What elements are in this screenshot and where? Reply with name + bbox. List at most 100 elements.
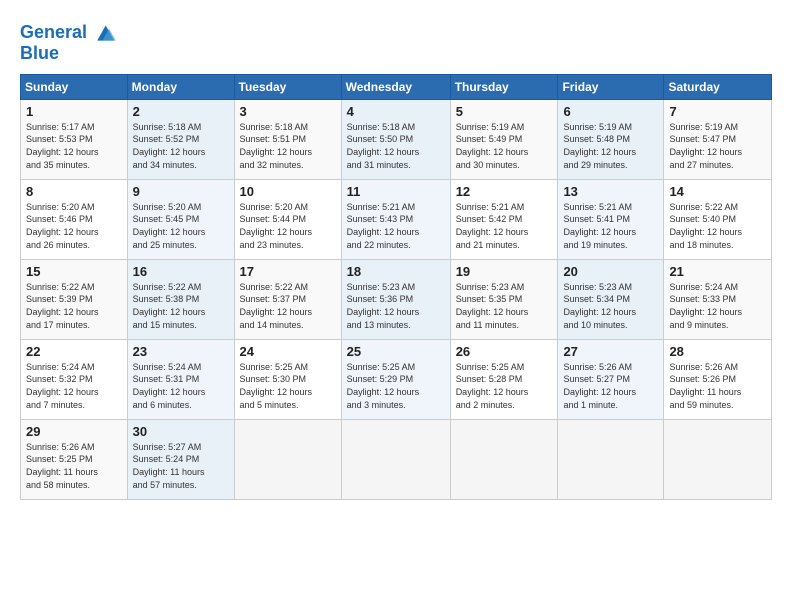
day-info: Sunrise: 5:20 AM Sunset: 5:46 PM Dayligh… <box>26 201 122 251</box>
weekday-header: Tuesday <box>234 74 341 99</box>
calendar-cell: 27Sunrise: 5:26 AM Sunset: 5:27 PM Dayli… <box>558 339 664 419</box>
day-number: 6 <box>563 104 658 119</box>
calendar-cell: 12 Sunrise: 5:21 AM Sunset: 5:42 PM Dayli… <box>450 179 558 259</box>
calendar-cell: 10 Sunrise: 5:20 AM Sunset: 5:44 PM Dayli… <box>234 179 341 259</box>
day-info: Sunrise: 5:27 AM Sunset: 5:24 PM Dayligh… <box>133 441 229 491</box>
calendar-cell: 14 Sunrise: 5:22 AM Sunset: 5:40 PM Dayli… <box>664 179 772 259</box>
calendar-week-row: 29Sunrise: 5:26 AM Sunset: 5:25 PM Dayli… <box>21 419 772 499</box>
day-number: 8 <box>26 184 122 199</box>
day-number: 23 <box>133 344 229 359</box>
day-number: 2 <box>133 104 229 119</box>
calendar-cell: 11 Sunrise: 5:21 AM Sunset: 5:43 PM Dayli… <box>341 179 450 259</box>
logo: General Blue <box>20 22 118 64</box>
day-number: 20 <box>563 264 658 279</box>
day-info: Sunrise: 5:23 AM Sunset: 5:36 PM Dayligh… <box>347 281 445 331</box>
day-number: 14 <box>669 184 766 199</box>
day-info: Sunrise: 5:23 AM Sunset: 5:34 PM Dayligh… <box>563 281 658 331</box>
day-number: 28 <box>669 344 766 359</box>
calendar-cell: 5 Sunrise: 5:19 AM Sunset: 5:49 PM Daylig… <box>450 99 558 179</box>
calendar: SundayMondayTuesdayWednesdayThursdayFrid… <box>20 74 772 500</box>
day-number: 22 <box>26 344 122 359</box>
calendar-cell <box>664 419 772 499</box>
calendar-cell: 3Sunrise: 5:18 AM Sunset: 5:51 PM Daylig… <box>234 99 341 179</box>
weekday-header: Friday <box>558 74 664 99</box>
header: General Blue <box>20 18 772 64</box>
day-number: 16 <box>133 264 229 279</box>
day-number: 27 <box>563 344 658 359</box>
day-info: Sunrise: 5:23 AM Sunset: 5:35 PM Dayligh… <box>456 281 553 331</box>
calendar-week-row: 8 Sunrise: 5:20 AM Sunset: 5:46 PM Daylig… <box>21 179 772 259</box>
calendar-cell <box>341 419 450 499</box>
calendar-cell: 9 Sunrise: 5:20 AM Sunset: 5:45 PM Daylig… <box>127 179 234 259</box>
calendar-cell: 18 Sunrise: 5:23 AM Sunset: 5:36 PM Dayli… <box>341 259 450 339</box>
day-info: Sunrise: 5:21 AM Sunset: 5:41 PM Dayligh… <box>563 201 658 251</box>
calendar-cell: 25Sunrise: 5:25 AM Sunset: 5:29 PM Dayli… <box>341 339 450 419</box>
day-info: Sunrise: 5:19 AM Sunset: 5:47 PM Dayligh… <box>669 121 766 171</box>
calendar-cell: 13 Sunrise: 5:21 AM Sunset: 5:41 PM Dayli… <box>558 179 664 259</box>
calendar-cell: 24 Sunrise: 5:25 AM Sunset: 5:30 PM Dayli… <box>234 339 341 419</box>
calendar-week-row: 22Sunrise: 5:24 AM Sunset: 5:32 PM Dayli… <box>21 339 772 419</box>
day-number: 1 <box>26 104 122 119</box>
day-info: Sunrise: 5:18 AM Sunset: 5:52 PM Dayligh… <box>133 121 229 171</box>
day-info: Sunrise: 5:25 AM Sunset: 5:30 PM Dayligh… <box>240 361 336 411</box>
day-number: 11 <box>347 184 445 199</box>
calendar-cell <box>558 419 664 499</box>
day-number: 18 <box>347 264 445 279</box>
calendar-cell: 1 Sunrise: 5:17 AM Sunset: 5:53 PM Daylig… <box>21 99 128 179</box>
calendar-cell: 16 Sunrise: 5:22 AM Sunset: 5:38 PM Dayli… <box>127 259 234 339</box>
day-number: 24 <box>240 344 336 359</box>
day-info: Sunrise: 5:24 AM Sunset: 5:31 PM Dayligh… <box>133 361 229 411</box>
calendar-cell: 2 Sunrise: 5:18 AM Sunset: 5:52 PM Daylig… <box>127 99 234 179</box>
calendar-cell: 4 Sunrise: 5:18 AM Sunset: 5:50 PM Daylig… <box>341 99 450 179</box>
day-info: Sunrise: 5:19 AM Sunset: 5:48 PM Dayligh… <box>563 121 658 171</box>
day-number: 30 <box>133 424 229 439</box>
day-number: 17 <box>240 264 336 279</box>
day-number: 21 <box>669 264 766 279</box>
calendar-cell: 26 Sunrise: 5:25 AM Sunset: 5:28 PM Dayli… <box>450 339 558 419</box>
day-info: Sunrise: 5:18 AM Sunset: 5:51 PM Dayligh… <box>240 121 336 171</box>
day-info: Sunrise: 5:21 AM Sunset: 5:43 PM Dayligh… <box>347 201 445 251</box>
day-number: 29 <box>26 424 122 439</box>
day-info: Sunrise: 5:20 AM Sunset: 5:45 PM Dayligh… <box>133 201 229 251</box>
calendar-cell: 8 Sunrise: 5:20 AM Sunset: 5:46 PM Daylig… <box>21 179 128 259</box>
page: General Blue SundayMondayTuesdayWednesda… <box>0 0 792 612</box>
calendar-cell: 7Sunrise: 5:19 AM Sunset: 5:47 PM Daylig… <box>664 99 772 179</box>
day-number: 15 <box>26 264 122 279</box>
day-info: Sunrise: 5:25 AM Sunset: 5:28 PM Dayligh… <box>456 361 553 411</box>
day-info: Sunrise: 5:19 AM Sunset: 5:49 PM Dayligh… <box>456 121 553 171</box>
calendar-cell: 21 Sunrise: 5:24 AM Sunset: 5:33 PM Dayli… <box>664 259 772 339</box>
calendar-cell <box>234 419 341 499</box>
day-info: Sunrise: 5:21 AM Sunset: 5:42 PM Dayligh… <box>456 201 553 251</box>
calendar-cell: 15Sunrise: 5:22 AM Sunset: 5:39 PM Dayli… <box>21 259 128 339</box>
logo-blue-text: Blue <box>20 44 118 64</box>
day-number: 9 <box>133 184 229 199</box>
calendar-cell: 19 Sunrise: 5:23 AM Sunset: 5:35 PM Dayli… <box>450 259 558 339</box>
day-info: Sunrise: 5:26 AM Sunset: 5:26 PM Dayligh… <box>669 361 766 411</box>
day-info: Sunrise: 5:18 AM Sunset: 5:50 PM Dayligh… <box>347 121 445 171</box>
calendar-cell: 28 Sunrise: 5:26 AM Sunset: 5:26 PM Dayli… <box>664 339 772 419</box>
day-info: Sunrise: 5:20 AM Sunset: 5:44 PM Dayligh… <box>240 201 336 251</box>
calendar-cell: 17 Sunrise: 5:22 AM Sunset: 5:37 PM Dayli… <box>234 259 341 339</box>
weekday-header: Sunday <box>21 74 128 99</box>
day-info: Sunrise: 5:17 AM Sunset: 5:53 PM Dayligh… <box>26 121 122 171</box>
day-number: 4 <box>347 104 445 119</box>
calendar-cell: 30 Sunrise: 5:27 AM Sunset: 5:24 PM Dayli… <box>127 419 234 499</box>
day-number: 10 <box>240 184 336 199</box>
logo-text: General <box>20 23 87 43</box>
logo-icon <box>90 22 118 44</box>
day-number: 26 <box>456 344 553 359</box>
day-number: 5 <box>456 104 553 119</box>
day-info: Sunrise: 5:22 AM Sunset: 5:38 PM Dayligh… <box>133 281 229 331</box>
weekday-header: Thursday <box>450 74 558 99</box>
calendar-cell: 20 Sunrise: 5:23 AM Sunset: 5:34 PM Dayli… <box>558 259 664 339</box>
day-number: 12 <box>456 184 553 199</box>
calendar-cell: 23 Sunrise: 5:24 AM Sunset: 5:31 PM Dayli… <box>127 339 234 419</box>
day-info: Sunrise: 5:22 AM Sunset: 5:37 PM Dayligh… <box>240 281 336 331</box>
day-info: Sunrise: 5:22 AM Sunset: 5:40 PM Dayligh… <box>669 201 766 251</box>
day-number: 13 <box>563 184 658 199</box>
day-info: Sunrise: 5:24 AM Sunset: 5:33 PM Dayligh… <box>669 281 766 331</box>
calendar-header-row: SundayMondayTuesdayWednesdayThursdayFrid… <box>21 74 772 99</box>
day-info: Sunrise: 5:25 AM Sunset: 5:29 PM Dayligh… <box>347 361 445 411</box>
weekday-header: Wednesday <box>341 74 450 99</box>
day-number: 19 <box>456 264 553 279</box>
